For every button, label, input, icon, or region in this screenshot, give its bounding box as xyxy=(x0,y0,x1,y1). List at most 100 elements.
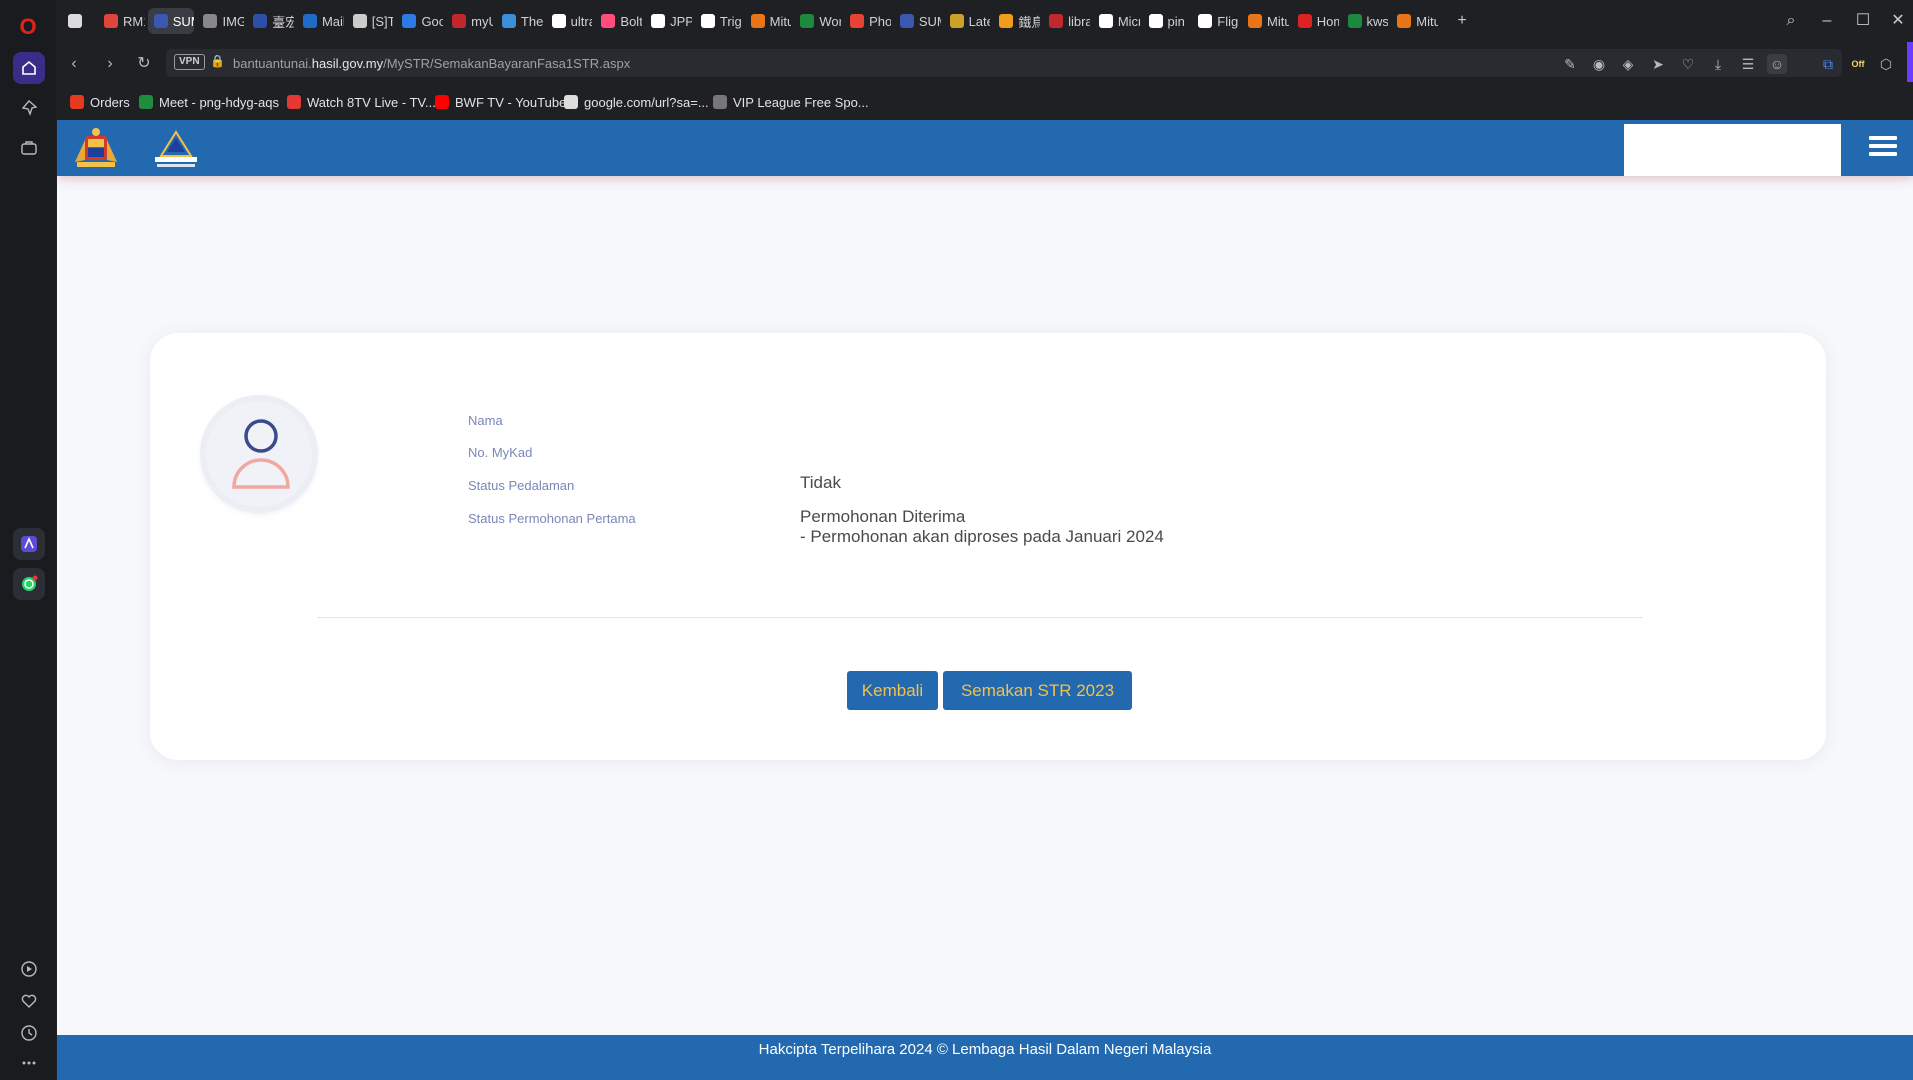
bookmark-item[interactable]: Meet - png-hdyg-aqs xyxy=(139,93,279,111)
bookmark-item[interactable]: Watch 8TV Live - TV... xyxy=(287,93,436,111)
browser-tab[interactable]: Hom xyxy=(1292,8,1339,34)
shield-icon[interactable]: ◈ xyxy=(1618,54,1638,74)
browser-tab[interactable]: ultra xyxy=(546,8,593,34)
tab-label: SUMI xyxy=(918,13,941,29)
maximize-icon[interactable]: ☐ xyxy=(1852,10,1874,32)
tab-favicon-icon xyxy=(203,14,218,28)
forward-icon[interactable]: › xyxy=(100,54,120,74)
extension-off-badge[interactable]: Off xyxy=(1848,54,1868,74)
url-text[interactable]: bantuantunai.hasil.gov.my/MySTR/SemakanB… xyxy=(233,56,630,71)
hamburger-menu-icon[interactable] xyxy=(1869,132,1899,162)
back-icon[interactable]: ‹ xyxy=(64,54,84,74)
tab-favicon-icon xyxy=(601,14,616,28)
pinboard-icon[interactable] xyxy=(13,92,45,124)
bookmark-favicon-icon xyxy=(139,95,153,109)
browser-tab[interactable]: Micro xyxy=(1093,8,1140,34)
browser-tab[interactable]: IMG xyxy=(197,8,244,34)
tab-favicon-icon xyxy=(651,14,666,28)
kembali-button[interactable]: Kembali xyxy=(847,671,938,710)
more-dots-icon[interactable] xyxy=(13,1047,45,1079)
browser-tab[interactable]: pin g xyxy=(1143,8,1189,34)
browser-tab[interactable]: kwsp xyxy=(1342,8,1388,34)
tab-label: Mitut xyxy=(769,13,792,29)
browser-tab[interactable]: Trigo xyxy=(695,8,742,34)
status-permohonan-label: Status Permohonan Pertama xyxy=(468,511,636,526)
bookmark-item[interactable]: google.com/url?sa=... xyxy=(564,93,709,111)
reload-icon[interactable]: ↻ xyxy=(134,54,154,74)
bookmark-item[interactable]: Orders xyxy=(70,93,130,111)
workspaces-icon[interactable] xyxy=(13,132,45,164)
vpn-badge[interactable]: VPN xyxy=(174,54,205,70)
browser-tab[interactable]: Word xyxy=(794,8,841,34)
browser-tab[interactable]: Mitut xyxy=(1242,8,1289,34)
search-tabs-icon[interactable]: ⌕ xyxy=(1780,10,1802,32)
opera-logo-icon[interactable]: O xyxy=(16,14,40,40)
browser-tab[interactable]: librar xyxy=(1043,8,1090,34)
address-bar: ‹ › ↻ VPN 🔒 bantuantunai.hasil.gov.my/My… xyxy=(56,42,1913,84)
bookmark-favicon-icon xyxy=(287,95,301,109)
malaysia-crest-logo[interactable] xyxy=(71,126,121,170)
tab-favicon-icon xyxy=(253,14,268,28)
profile-icon[interactable]: ☺ xyxy=(1767,54,1787,74)
tab-label: JPP 2 xyxy=(670,13,692,29)
tab-favicon-icon xyxy=(750,14,765,28)
download-icon[interactable]: ⤓ xyxy=(1708,54,1728,74)
tab-favicon-icon xyxy=(452,14,467,28)
easy-setup-icon[interactable]: ☰ xyxy=(1738,54,1758,74)
bookmark-item[interactable]: BWF TV - YouTube xyxy=(435,93,566,111)
browser-tab[interactable]: Photo xyxy=(844,8,891,34)
translate-icon[interactable]: ⧉ xyxy=(1818,54,1838,74)
aria-app-icon[interactable] xyxy=(13,528,45,560)
browser-tab[interactable]: Goog xyxy=(396,8,443,34)
bookmark-label: Meet - png-hdyg-aqs xyxy=(159,94,279,110)
lock-icon[interactable]: 🔒 xyxy=(210,54,225,68)
tab-favicon-icon xyxy=(800,14,815,28)
edit-icon[interactable]: ✎ xyxy=(1560,54,1580,74)
player-icon[interactable] xyxy=(13,953,45,985)
send-icon[interactable]: ➤ xyxy=(1648,54,1668,74)
new-tab-icon[interactable]: + xyxy=(1451,10,1473,32)
browser-tab[interactable]: The F xyxy=(496,8,543,34)
tab-favicon-icon xyxy=(402,14,417,28)
status-permohonan-line2: - Permohonan akan diproses pada Januari … xyxy=(800,527,1164,546)
minimize-icon[interactable]: – xyxy=(1816,10,1838,32)
screen: O + ⌕ – ☐ ✕ RM SU IMG 臺宏 Mail [S]T Goo m… xyxy=(0,0,1913,1080)
home-icon[interactable] xyxy=(13,52,45,84)
tab-menu-icon[interactable] xyxy=(62,8,88,34)
bookmark-heart-icon[interactable]: ♡ xyxy=(1678,54,1698,74)
favorites-heart-icon[interactable] xyxy=(13,985,45,1017)
browser-tab[interactable]: RM10 xyxy=(98,8,145,34)
tab-label: RM10 xyxy=(123,13,145,29)
browser-tab[interactable]: myUi xyxy=(446,8,493,34)
history-clock-icon[interactable] xyxy=(13,1017,45,1049)
tab-label: ultra xyxy=(570,13,593,29)
browser-tab[interactable]: Mitut xyxy=(745,8,792,34)
semakan-str-2023-button[interactable]: Semakan STR 2023 xyxy=(943,671,1132,710)
browser-tab[interactable]: Mail xyxy=(297,8,344,34)
close-window-icon[interactable]: ✕ xyxy=(1887,10,1909,32)
browser-tab[interactable]: 鐵鳥 xyxy=(993,8,1040,34)
browser-tab[interactable]: Lates xyxy=(944,8,990,34)
browser-tab[interactable]: SUMBANG xyxy=(147,8,195,34)
status-permohonan-line1: Permohonan Diterima xyxy=(800,507,966,526)
tab-label: Photo xyxy=(869,13,891,29)
tab-favicon-icon xyxy=(1148,14,1163,28)
bookmark-item[interactable]: VIP League Free Spo... xyxy=(713,93,869,111)
extensions-cube-icon[interactable]: ⬡ xyxy=(1876,54,1896,74)
snapshot-camera-icon[interactable]: ◉ xyxy=(1589,54,1609,74)
header-search-input[interactable] xyxy=(1624,124,1841,176)
browser-tab[interactable]: Boltir xyxy=(595,8,642,34)
lhdn-logo[interactable] xyxy=(149,128,203,170)
browser-tab[interactable]: 臺宏 xyxy=(247,8,294,34)
tab-label: Mail xyxy=(321,13,344,29)
tab-label: Goog xyxy=(421,13,444,29)
browser-tab[interactable]: [S]TA xyxy=(347,8,393,34)
browser-tab[interactable]: JPP 2 xyxy=(645,8,692,34)
tab-favicon-icon xyxy=(1347,14,1362,28)
tab-strip: + ⌕ – ☐ ✕ RM10 SUMBANG IMG 臺宏 Mail [S]TA Goog m… xyxy=(56,0,1913,42)
browser-tab[interactable]: Mitut xyxy=(1391,8,1438,34)
browser-tab[interactable]: SUMI xyxy=(894,8,941,34)
browser-tab[interactable]: Flight xyxy=(1192,8,1239,34)
footer-copyright: Hakcipta Terpelihara 2024 © Lembaga Hasi… xyxy=(758,1041,1212,1058)
whatsapp-icon[interactable] xyxy=(13,568,45,600)
